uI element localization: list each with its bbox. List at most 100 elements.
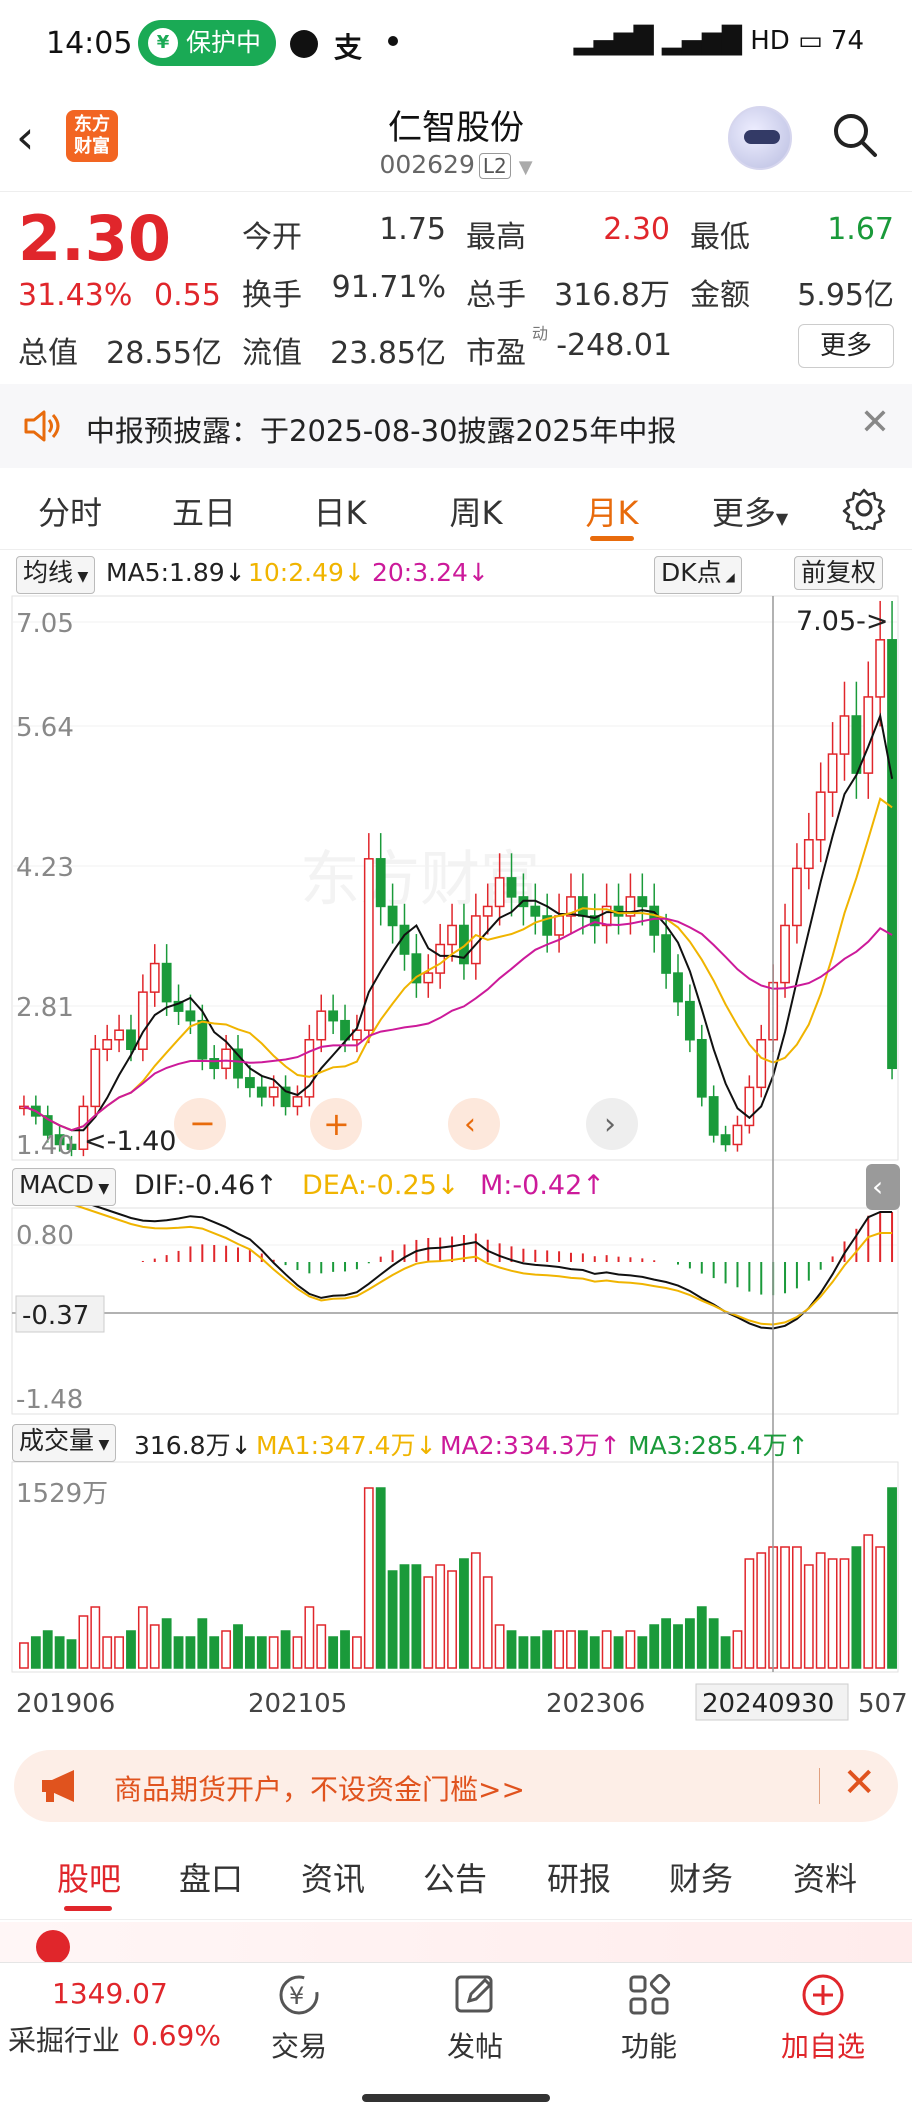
- price-tick: 1.40: [16, 1131, 74, 1161]
- tab-5day[interactable]: 五日: [144, 488, 264, 534]
- volume-bar: [280, 1630, 291, 1669]
- tab-weekly-k[interactable]: 周K: [416, 488, 536, 534]
- nav-label: 交易: [270, 2030, 327, 2063]
- tab-monthly-k[interactable]: 月K: [552, 488, 672, 534]
- tab-finance[interactable]: 财务: [646, 1854, 756, 1900]
- nav-functions[interactable]: 功能: [594, 1971, 704, 2065]
- tab-research[interactable]: 研报: [524, 1854, 634, 1900]
- industry-index-value[interactable]: 1349.07: [52, 1977, 168, 2010]
- nav-add-watchlist[interactable]: 加自选: [768, 1971, 878, 2065]
- volume-bar: [744, 1558, 755, 1669]
- volume-selector[interactable]: 成交量 ▼: [12, 1424, 117, 1462]
- candle-body: [447, 924, 457, 946]
- quote-label: 最低: [690, 220, 750, 255]
- svg-text:‹: ‹: [464, 1107, 476, 1142]
- volume-bar: [720, 1636, 731, 1669]
- volume-bar: [387, 1570, 398, 1669]
- candle-body: [161, 962, 172, 1003]
- quote-label: 今开: [242, 220, 302, 255]
- volume-bar: [173, 1636, 184, 1669]
- tab-intraday[interactable]: 分时: [10, 488, 130, 534]
- volume-bar: [542, 1630, 553, 1669]
- volume-bar: [863, 1534, 874, 1669]
- kline-chart[interactable]: 东方财富 7.05 5.64 4.23 2.81 1.40 7.05-> <-1…: [0, 550, 912, 1740]
- tab-daily-k[interactable]: 日K: [280, 488, 400, 534]
- x-label: 202306: [546, 1689, 645, 1719]
- tab-pankou[interactable]: 盘口: [156, 1854, 266, 1900]
- volume-bar: [221, 1630, 232, 1669]
- nav-label: 功能: [620, 2030, 677, 2063]
- quote-label: 总手: [466, 278, 526, 313]
- candle-body: [696, 1038, 707, 1098]
- battery-level: 74: [830, 26, 864, 56]
- volume-bar: [328, 1636, 339, 1669]
- volume-bar: [459, 1558, 469, 1669]
- more-quote-button[interactable]: 更多: [798, 324, 894, 368]
- collapse-panel-button[interactable]: ‹: [866, 1164, 900, 1210]
- scroll-right-button[interactable]: ›: [586, 1098, 638, 1150]
- candle-body: [185, 1010, 196, 1022]
- edit-icon: [455, 1975, 493, 2013]
- volume-bar: [684, 1618, 695, 1669]
- quote-value: 2.30: [603, 212, 670, 247]
- candle-body: [530, 905, 541, 917]
- volume-bar: [447, 1570, 457, 1669]
- candle-body: [114, 1029, 124, 1041]
- industry-name[interactable]: 采掘行业: [8, 2019, 120, 2059]
- status-right-icons: ▂▄▆█ ▂▄▆█ HD ▭ 74: [574, 26, 864, 56]
- volume-bar: [649, 1624, 660, 1669]
- close-icon[interactable]: ✕: [842, 1760, 876, 1806]
- macd-m: M:-0.42↑: [480, 1170, 605, 1201]
- candle-body: [292, 1096, 303, 1108]
- macd-selector[interactable]: MACD ▼: [12, 1168, 117, 1206]
- scroll-left-button[interactable]: ‹: [448, 1098, 500, 1150]
- report-notice[interactable]: 中报预披露：于2025-08-30披露2025年中报 ✕: [0, 384, 912, 468]
- zoom-out-button[interactable]: −: [174, 1098, 226, 1150]
- x-label: 201906: [16, 1689, 115, 1719]
- volume-bar: [256, 1636, 267, 1669]
- tab-more[interactable]: 更多▼: [690, 488, 810, 534]
- zoom-in-button[interactable]: +: [310, 1098, 362, 1150]
- change-amount: 0.55: [154, 278, 221, 313]
- change-percent: 31.43%: [18, 278, 133, 313]
- macd-tick: -0.37: [22, 1301, 89, 1331]
- volume-bar: [352, 1636, 362, 1669]
- volume-bar: [839, 1558, 850, 1669]
- quote-value: 1.67: [827, 212, 894, 247]
- candle-body: [673, 972, 683, 1003]
- volume-bar: [554, 1630, 564, 1669]
- nav-post[interactable]: 发帖: [420, 1971, 530, 2065]
- candle-body: [554, 915, 564, 936]
- search-icon[interactable]: [832, 112, 878, 158]
- futures-ad-banner[interactable]: 商品期货开户，不设资金门槛>> ✕: [14, 1750, 898, 1822]
- quote-value: 91.71%: [331, 270, 446, 305]
- candle-body: [875, 639, 886, 698]
- tab-news[interactable]: 资讯: [278, 1854, 388, 1900]
- tab-guba[interactable]: 股吧: [34, 1854, 144, 1900]
- volume-bar: [601, 1630, 612, 1669]
- price-tick: 2.81: [16, 993, 74, 1023]
- volume-bar: [423, 1576, 434, 1669]
- quote-value: -248.01: [556, 328, 672, 363]
- candle-body: [375, 858, 386, 908]
- feed-peek: [0, 1922, 912, 1964]
- volume-bar: [161, 1618, 172, 1669]
- macd-selector-label: MACD: [19, 1170, 94, 1199]
- volume-bar: [875, 1546, 886, 1669]
- quote-panel: 2.30 31.43% 0.55 今开 1.75 最高 2.30 最低 1.67…: [0, 192, 912, 382]
- candle-body: [827, 753, 838, 793]
- volume-ma3: MA3:285.4万↑: [628, 1431, 809, 1460]
- quote-label: 流值: [242, 336, 302, 371]
- nav-trade[interactable]: ¥ 交易: [244, 1971, 354, 2065]
- volume-bar: [149, 1624, 160, 1669]
- volume-bar: [244, 1636, 255, 1669]
- close-icon[interactable]: ✕: [860, 402, 890, 443]
- volume-bar: [304, 1606, 315, 1669]
- tab-announcements[interactable]: 公告: [400, 1854, 510, 1900]
- tab-profile[interactable]: 资料: [770, 1854, 880, 1900]
- assistant-robot-icon[interactable]: [728, 106, 792, 170]
- volume-ma1: MA1:347.4万↓: [256, 1431, 437, 1460]
- settings-gear-icon[interactable]: [842, 486, 886, 530]
- candle-body: [887, 639, 897, 1070]
- crosshair-date: 20240930: [702, 1689, 834, 1719]
